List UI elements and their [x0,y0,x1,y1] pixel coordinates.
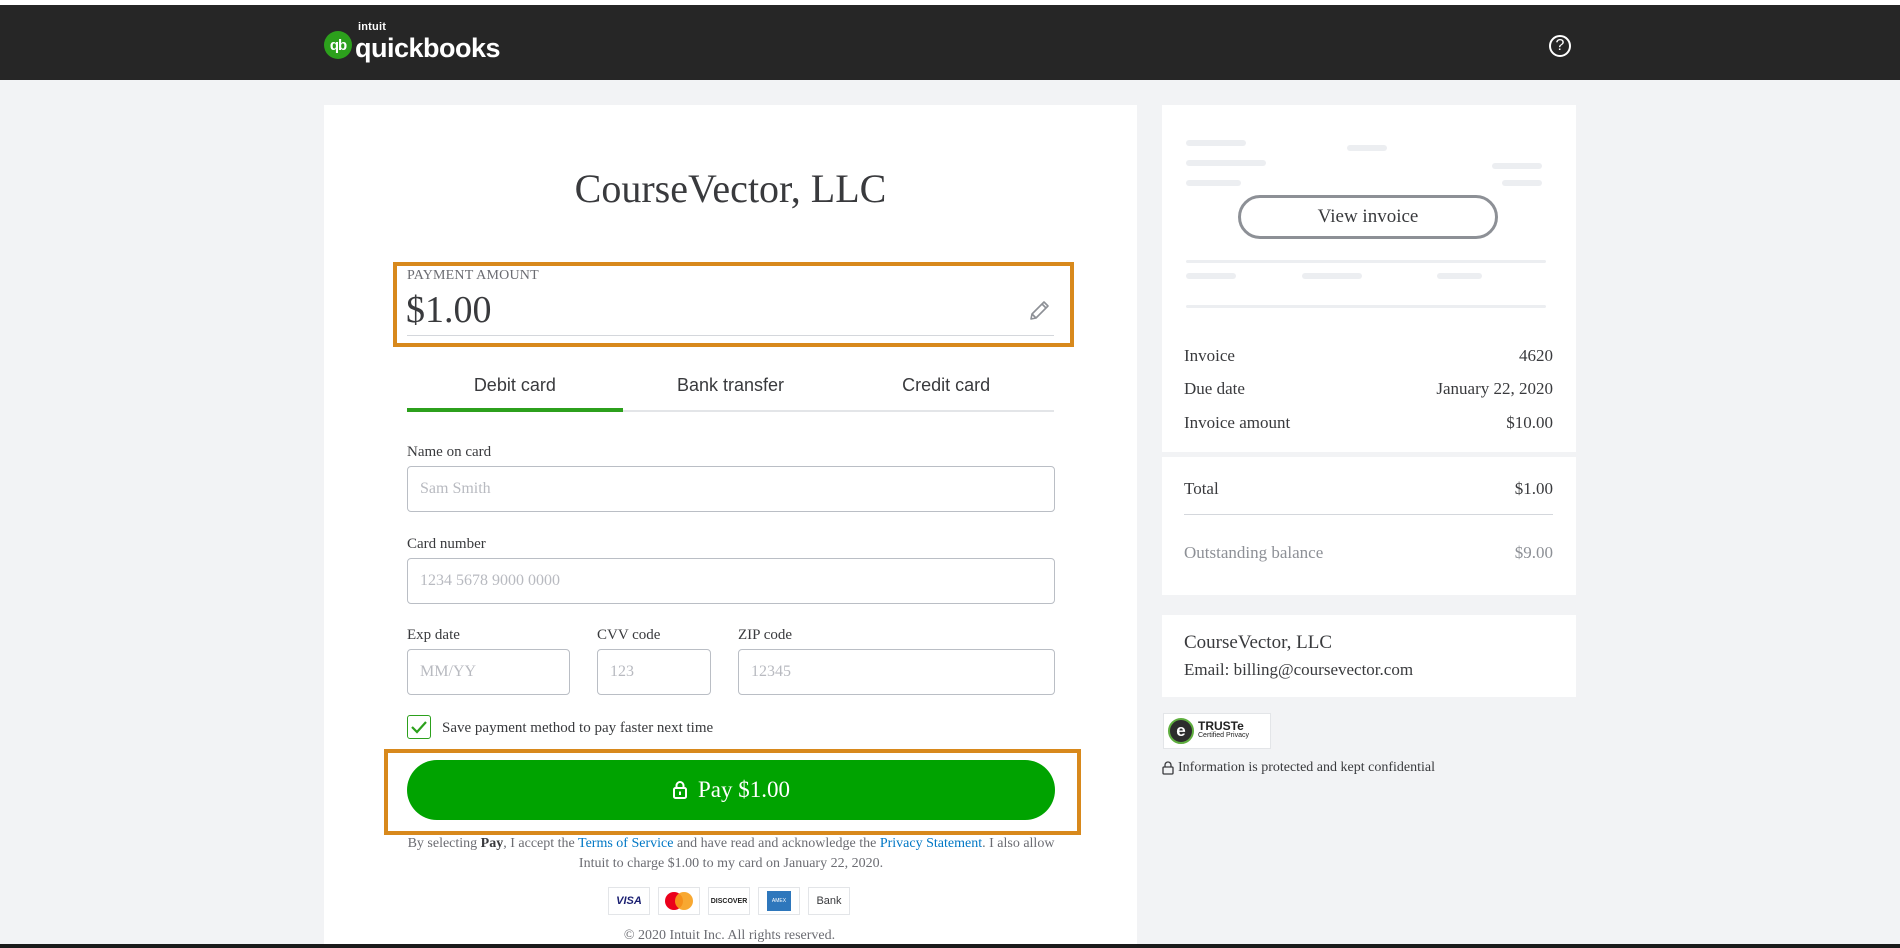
invoice-amount-value: $10.00 [1506,413,1553,432]
checkmark-icon [411,721,427,734]
invoice-amount-label: Invoice amount [1184,413,1291,432]
due-date-row: Due date January 22, 2020 [1184,379,1553,399]
save-payment-label: Save payment method to pay faster next t… [442,720,714,736]
cvv-code-label: CVV code [597,627,661,643]
security-note: Information is protected and kept confid… [1162,760,1435,776]
legal-pay-word: Pay [480,836,504,851]
legal-middle1: , I accept the [503,836,578,851]
total-row: Total $1.00 [1184,479,1553,499]
invoice-amount-row: Invoice amount $10.00 [1184,413,1553,433]
invoice-number-value: 4620 [1519,346,1553,365]
due-date-label: Due date [1184,379,1245,398]
invoice-number-row: Invoice 4620 [1184,346,1553,366]
tab-bank-transfer[interactable]: Bank transfer [623,370,839,410]
truste-main: TRUSTe [1198,719,1244,733]
bank-logo-icon: Bank [808,887,850,915]
zip-code-input[interactable] [738,649,1055,695]
outstanding-balance-label: Outstanding balance [1184,543,1324,562]
payment-method-tabs: Debit card Bank transfer Credit card [407,370,1054,412]
lock-icon [672,780,688,800]
save-payment-checkbox[interactable] [407,715,431,739]
qb-logo-icon: qb [324,31,352,59]
card-number-input[interactable] [407,558,1055,604]
pay-button[interactable]: Pay $1.00 [407,760,1055,820]
invoice-number-label: Invoice [1184,346,1235,365]
company-info-card [1162,615,1576,697]
logo-intuit: intuit [358,21,387,33]
total-divider [1184,514,1553,515]
truste-badge[interactable]: e TRUSTe Certified Privacy [1163,713,1271,749]
truste-e-icon: e [1168,718,1194,744]
card-number-label: Card number [407,536,486,552]
discover-logo-icon: DISCOVER [708,887,750,915]
name-on-card-input[interactable] [407,466,1055,512]
tab-debit-card[interactable]: Debit card [407,370,623,412]
terms-of-service-link[interactable]: Terms of Service [578,836,673,851]
taskbar-edge [0,944,1900,948]
cvv-code-input[interactable] [597,649,711,695]
security-note-text: Information is protected and kept confid… [1178,760,1435,775]
pencil-icon[interactable] [1026,298,1052,324]
payment-amount-underline [407,335,1054,336]
truste-sub: Certified Privacy [1198,732,1249,739]
outstanding-balance-row: Outstanding balance $9.00 [1184,543,1553,563]
lock-icon [1162,761,1174,775]
zip-code-label: ZIP code [738,627,793,643]
page-title: CourseVector, LLC [574,166,887,211]
outstanding-balance-value: $9.00 [1514,543,1553,562]
name-on-card-label: Name on card [407,444,492,460]
company-name: CourseVector, LLC [1184,632,1333,653]
privacy-statement-link[interactable]: Privacy Statement [880,836,982,851]
payment-amount-label: PAYMENT AMOUNT [407,268,539,283]
logo-wordmark: quickbooks [355,33,501,63]
payment-amount-value[interactable]: $1.00 [406,288,492,332]
truste-text: TRUSTe Certified Privacy [1198,719,1249,741]
tab-credit-card[interactable]: Credit card [838,370,1054,410]
company-email: Email: billing@coursevector.com [1184,660,1414,679]
total-value: $1.00 [1514,479,1553,498]
view-invoice-button[interactable]: View invoice [1238,195,1498,239]
total-label: Total [1184,479,1219,498]
amex-logo-icon: AMEX [758,887,800,915]
exp-date-input[interactable] [407,649,570,695]
due-date-value: January 22, 2020 [1436,379,1553,398]
visa-logo-icon: VISA [608,887,650,915]
app-header: qb intuit quickbooks ? [0,5,1900,80]
help-icon[interactable]: ? [1549,35,1571,57]
legal-text: By selecting Pay, I accept the Terms of … [407,834,1055,874]
legal-middle2: and have read and acknowledge the [673,836,880,851]
quickbooks-logo[interactable]: qb intuit quickbooks [324,21,501,65]
copyright: © 2020 Intuit Inc. All rights reserved. [623,928,836,943]
mastercard-logo-icon [658,887,700,915]
legal-prefix: By selecting [407,836,481,851]
exp-date-label: Exp date [407,627,460,643]
logo-text: intuit quickbooks [355,21,501,63]
payment-logos: VISA DISCOVER AMEX Bank [608,887,850,915]
pay-button-label: Pay $1.00 [698,777,790,802]
summary-divider [1162,452,1576,457]
